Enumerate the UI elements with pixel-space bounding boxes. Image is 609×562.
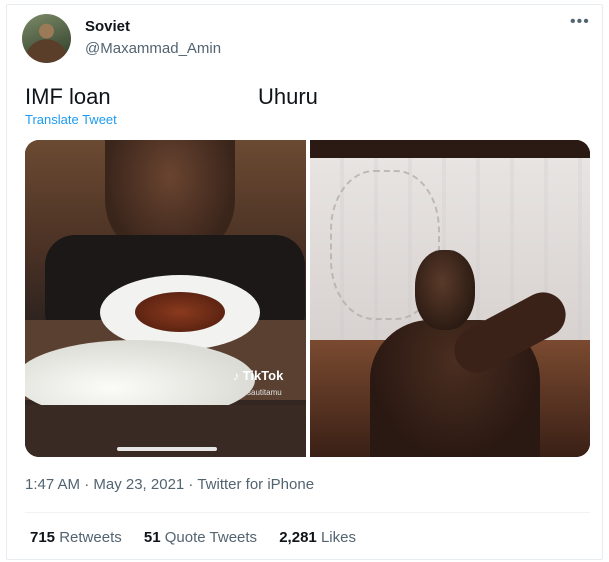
divider [25,512,590,513]
media-left-image[interactable]: ♪ TikTok sautitamu [25,140,306,457]
author-name[interactable]: Soviet [85,18,130,35]
tiktok-label: TikTok [242,368,284,383]
tiktok-icon: ♪ [233,369,239,383]
food-shape [135,292,225,332]
quotes-count: 51 [143,529,161,546]
tweet-stats: 715 Retweets 51 Quote Tweets 2,281 Likes [30,529,374,546]
media-right-image[interactable] [310,140,590,457]
author-handle[interactable]: @Maxammad_Amin [85,40,221,57]
tweet-timestamp[interactable]: 1:47 AM · May 23, 2021 · Twitter for iPh… [25,476,314,493]
translate-tweet-link[interactable]: Translate Tweet [25,112,117,127]
tiktok-username: sautitamu [247,388,282,397]
likes-stat[interactable]: 2,281 Likes [279,529,356,546]
retweets-count: 715 [30,529,56,546]
home-indicator [117,447,217,451]
likes-count: 2,281 [279,529,317,546]
person-head-shape [415,250,475,330]
more-options-icon[interactable]: ••• [570,14,590,30]
quote-tweets-stat[interactable]: 51 Quote Tweets [144,529,257,546]
likes-label: Likes [320,529,356,546]
retweets-stat[interactable]: 715 Retweets [30,529,122,546]
video-top-bar [310,140,590,158]
tweet-text-right: Uhuru [258,84,318,109]
tweet-media[interactable]: ♪ TikTok sautitamu [25,140,590,457]
tweet-text-left: IMF loan [25,84,111,109]
avatar[interactable] [22,14,71,63]
retweets-label: Retweets [59,529,122,546]
quotes-label: Quote Tweets [164,529,258,546]
tiktok-watermark: ♪ TikTok [233,368,283,383]
